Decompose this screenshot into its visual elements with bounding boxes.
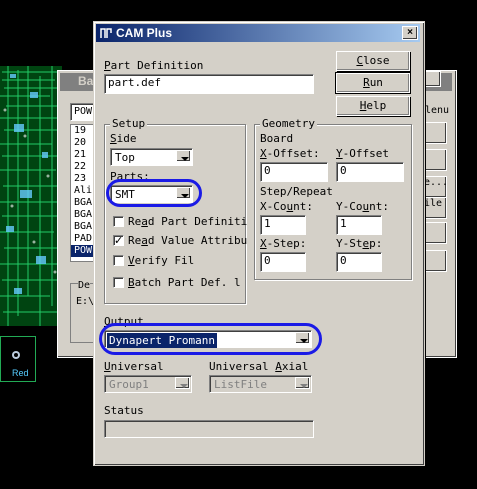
read-value-attribute-checkbox[interactable]: ✓ <box>113 235 124 246</box>
background-dialog-button-5[interactable] <box>423 222 447 244</box>
read-value-attribute-label: Read Value Attribu <box>128 234 248 247</box>
y-step-input[interactable]: 0 <box>336 252 382 272</box>
chevron-down-icon[interactable] <box>175 377 190 389</box>
background-dialog-button-1[interactable] <box>423 122 447 144</box>
verify-file-checkbox[interactable] <box>113 255 124 266</box>
universal-label: Universal <box>104 360 164 373</box>
help-button[interactable]: Help <box>336 96 410 116</box>
setup-group-label: Setup <box>110 117 148 130</box>
batch-part-def-label: Batch Part Def. l <box>128 276 241 289</box>
close-icon[interactable]: × <box>402 26 418 40</box>
universal-axial-label: Universal Axial <box>209 360 309 373</box>
side-select-value: Top <box>115 151 135 164</box>
close-button[interactable]: Close <box>336 51 410 71</box>
x-count-input[interactable]: 1 <box>260 215 306 235</box>
read-part-definition-label: Read Part Definiti <box>128 215 248 228</box>
geometry-group-label: Geometry <box>260 117 317 130</box>
universal-axial-select-value: ListFile <box>214 378 267 391</box>
y-step-label: Y-Step: <box>336 237 383 250</box>
status-label: Status <box>104 404 144 417</box>
x-step-label: X-Step: <box>260 237 307 250</box>
background-dialog-button-3[interactable]: e... <box>423 176 447 198</box>
read-part-definition-checkbox[interactable] <box>113 216 124 227</box>
verify-file-label: Verify Fil <box>128 254 195 267</box>
pcb-component-label: Red <box>12 368 29 378</box>
part-definition-label: Part Definition <box>104 59 204 72</box>
background-dialog-group-value: E:\ <box>76 296 95 307</box>
step-repeat-label: Step/Repeat <box>260 185 333 198</box>
run-button[interactable]: Run <box>335 72 411 94</box>
side-label: Side <box>110 132 137 145</box>
part-definition-input[interactable]: part.def <box>104 74 314 94</box>
background-dialog-button-4[interactable]: ile <box>423 197 447 219</box>
background-dialog-button-6[interactable] <box>423 250 447 272</box>
y-count-label: Y-Count: <box>336 200 389 213</box>
chevron-down-icon[interactable] <box>295 377 310 389</box>
side-select[interactable]: Top <box>110 148 193 166</box>
dialog-title: CAM Plus <box>116 26 173 40</box>
background-dialog-minimize-button[interactable] <box>425 71 441 87</box>
pcb-layout-canvas <box>0 66 62 326</box>
x-step-input[interactable]: 0 <box>260 252 306 272</box>
batch-part-def-checkbox[interactable] <box>113 277 124 288</box>
background-dialog-group-label: De <box>78 280 91 291</box>
x-offset-label: X-Offset: <box>260 147 320 160</box>
board-label: Board <box>260 132 294 145</box>
app-icon <box>99 26 113 40</box>
y-count-input[interactable]: 1 <box>336 215 382 235</box>
output-highlight-ellipse <box>99 323 322 355</box>
background-dialog-button-2[interactable] <box>423 149 447 171</box>
status-field <box>104 420 314 438</box>
chevron-down-icon[interactable] <box>176 150 191 162</box>
x-count-label: X-Count: <box>260 200 313 213</box>
x-offset-input[interactable]: 0 <box>260 162 328 182</box>
background-dialog-menu-label: lenu <box>425 105 450 116</box>
background-dialog-title: Ba <box>78 74 94 88</box>
universal-select-value: Group1 <box>109 378 149 391</box>
y-offset-input[interactable]: 0 <box>336 162 404 182</box>
y-offset-label: Y-Offset <box>336 147 389 160</box>
universal-select[interactable]: Group1 <box>104 375 192 393</box>
parts-highlight-ellipse <box>106 179 202 207</box>
pcb-pad-icon <box>12 351 20 359</box>
universal-axial-select[interactable]: ListFile <box>209 375 312 393</box>
